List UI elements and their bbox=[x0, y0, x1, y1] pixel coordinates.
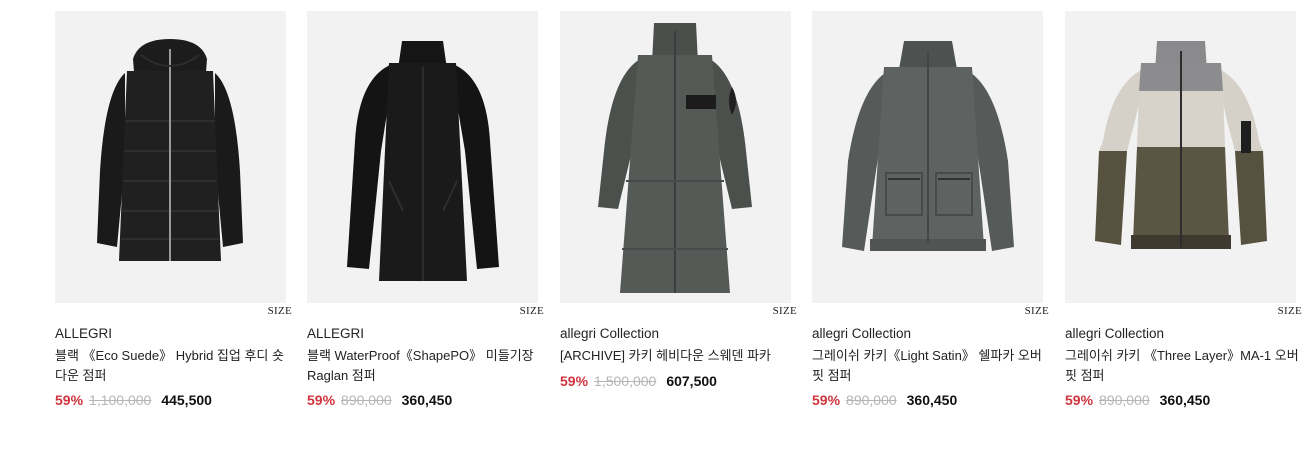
price-row: 59% 890,000 360,450 bbox=[812, 392, 957, 408]
price-row: 59% 1,500,000 607,500 bbox=[560, 373, 717, 389]
product-card[interactable]: SIZE allegri Collection 그레이쉬 카키 《Three L… bbox=[1065, 11, 1302, 408]
size-label[interactable]: SIZE bbox=[1025, 305, 1049, 317]
size-label[interactable]: SIZE bbox=[1278, 305, 1302, 317]
product-card[interactable]: SIZE allegri Collection 그레이쉬 카키《Light Sa… bbox=[812, 11, 1049, 408]
price-row: 59% 1,100,000 445,500 bbox=[55, 392, 212, 408]
product-brand[interactable]: ALLEGRI bbox=[55, 326, 112, 341]
discount-rate: 59% bbox=[55, 392, 84, 408]
size-label[interactable]: SIZE bbox=[773, 305, 797, 317]
product-image[interactable] bbox=[560, 11, 791, 303]
jacket-image bbox=[842, 41, 1014, 251]
product-brand[interactable]: allegri Collection bbox=[560, 326, 659, 341]
product-card[interactable]: SIZE ALLEGRI 블랙 WaterProof《ShapePO》 미들기장… bbox=[307, 11, 544, 408]
product-image[interactable] bbox=[55, 11, 286, 303]
original-price: 1,100,000 bbox=[89, 392, 152, 408]
original-price: 890,000 bbox=[1099, 392, 1150, 408]
size-label[interactable]: SIZE bbox=[268, 305, 292, 317]
product-card[interactable]: SIZE ALLEGRI 블랙 《Eco Suede》 Hybrid 집업 후디… bbox=[55, 11, 292, 408]
product-image[interactable] bbox=[1065, 11, 1296, 303]
original-price: 890,000 bbox=[341, 392, 392, 408]
product-name[interactable]: 그레이쉬 카키 《Three Layer》MA-1 오버핏 점퍼 bbox=[1065, 346, 1301, 386]
jacket-image bbox=[598, 23, 752, 293]
jacket-image bbox=[347, 41, 499, 281]
size-label[interactable]: SIZE bbox=[520, 305, 544, 317]
discount-rate: 59% bbox=[812, 392, 841, 408]
original-price: 1,500,000 bbox=[594, 373, 657, 389]
price-row: 59% 890,000 360,450 bbox=[1065, 392, 1210, 408]
jacket-image bbox=[1095, 41, 1267, 249]
product-image[interactable] bbox=[812, 11, 1043, 303]
product-name[interactable]: 블랙 《Eco Suede》 Hybrid 집업 후디 숏다운 점퍼 bbox=[55, 346, 291, 386]
jacket-image bbox=[97, 39, 243, 261]
discount-rate: 59% bbox=[1065, 392, 1094, 408]
product-name[interactable]: [ARCHIVE] 카키 헤비다운 스웨덴 파카 bbox=[560, 346, 796, 366]
sale-price: 607,500 bbox=[666, 373, 717, 389]
discount-rate: 59% bbox=[560, 373, 589, 389]
product-card[interactable]: SIZE allegri Collection [ARCHIVE] 카키 헤비다… bbox=[560, 11, 797, 389]
sale-price: 360,450 bbox=[1159, 392, 1211, 408]
discount-rate: 59% bbox=[307, 392, 336, 408]
product-name[interactable]: 그레이쉬 카키《Light Satin》 쉘파카 오버핏 점퍼 bbox=[812, 346, 1048, 386]
sale-price: 360,450 bbox=[906, 392, 958, 408]
product-brand[interactable]: ALLEGRI bbox=[307, 326, 364, 341]
product-brand[interactable]: allegri Collection bbox=[1065, 326, 1164, 341]
product-brand[interactable]: allegri Collection bbox=[812, 326, 911, 341]
product-name[interactable]: 블랙 WaterProof《ShapePO》 미들기장 Raglan 점퍼 bbox=[307, 346, 543, 386]
sale-price: 360,450 bbox=[401, 392, 453, 408]
original-price: 890,000 bbox=[846, 392, 897, 408]
sale-price: 445,500 bbox=[161, 392, 212, 408]
product-image[interactable] bbox=[307, 11, 538, 303]
price-row: 59% 890,000 360,450 bbox=[307, 392, 452, 408]
